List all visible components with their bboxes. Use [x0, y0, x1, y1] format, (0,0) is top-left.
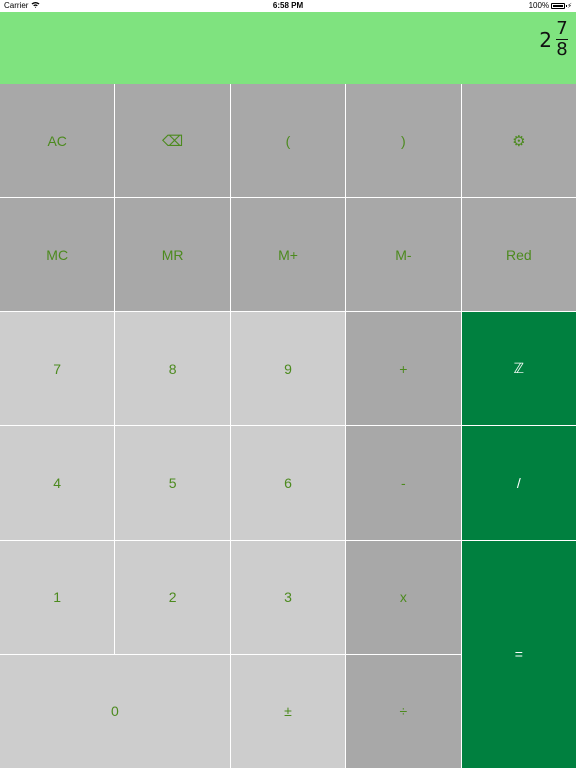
- digit-8-button[interactable]: 8: [115, 312, 230, 426]
- display-readout: 2 7 8: [539, 20, 568, 59]
- memory-recall-button[interactable]: MR: [115, 198, 230, 312]
- digit-4-button[interactable]: 4: [0, 426, 115, 540]
- digit-9-button[interactable]: 9: [230, 312, 346, 426]
- plus-minus-button[interactable]: ±: [230, 654, 346, 768]
- keypad: AC ⌫ ( ) ⚙ MC MR M+ M- Red 7 8 9 + ℤ 4 5…: [0, 84, 576, 768]
- right-paren-button[interactable]: ): [346, 84, 461, 198]
- charging-icon: ⚡: [567, 2, 572, 10]
- memory-subtract-button[interactable]: M-: [346, 198, 461, 312]
- memory-add-button[interactable]: M+: [230, 198, 346, 312]
- display-whole-number: 2: [539, 27, 552, 52]
- digit-1-button[interactable]: 1: [0, 540, 115, 654]
- gear-icon[interactable]: ⚙: [461, 84, 576, 198]
- digit-7-button[interactable]: 7: [0, 312, 115, 426]
- digit-6-button[interactable]: 6: [230, 426, 346, 540]
- equals-button[interactable]: =: [461, 540, 576, 768]
- all-clear-button[interactable]: AC: [0, 84, 115, 198]
- plus-button[interactable]: +: [346, 312, 461, 426]
- divide-button[interactable]: ÷: [346, 654, 461, 768]
- backspace-icon[interactable]: ⌫: [115, 84, 230, 198]
- left-paren-button[interactable]: (: [230, 84, 346, 198]
- display-denominator: 8: [556, 39, 568, 60]
- status-right: 100% ⚡: [529, 1, 572, 10]
- digit-3-button[interactable]: 3: [230, 540, 346, 654]
- digit-5-button[interactable]: 5: [115, 426, 230, 540]
- display-numerator: 7: [556, 18, 568, 39]
- integer-button[interactable]: ℤ: [461, 312, 576, 426]
- minus-button[interactable]: -: [346, 426, 461, 540]
- digit-2-button[interactable]: 2: [115, 540, 230, 654]
- calculator-display: 2 7 8: [0, 12, 576, 84]
- battery-icon: [551, 2, 568, 9]
- fraction-button[interactable]: /: [461, 426, 576, 540]
- multiply-button[interactable]: x: [346, 540, 461, 654]
- status-time: 6:58 PM: [272, 1, 304, 10]
- memory-clear-button[interactable]: MC: [0, 198, 115, 312]
- reduce-button[interactable]: Red: [461, 198, 576, 312]
- display-fraction: 7 8: [556, 20, 568, 59]
- battery-percent: 100%: [528, 1, 550, 10]
- status-bar: Carrier 6:58 PM 100% ⚡: [0, 0, 576, 12]
- digit-0-button[interactable]: 0: [0, 654, 230, 768]
